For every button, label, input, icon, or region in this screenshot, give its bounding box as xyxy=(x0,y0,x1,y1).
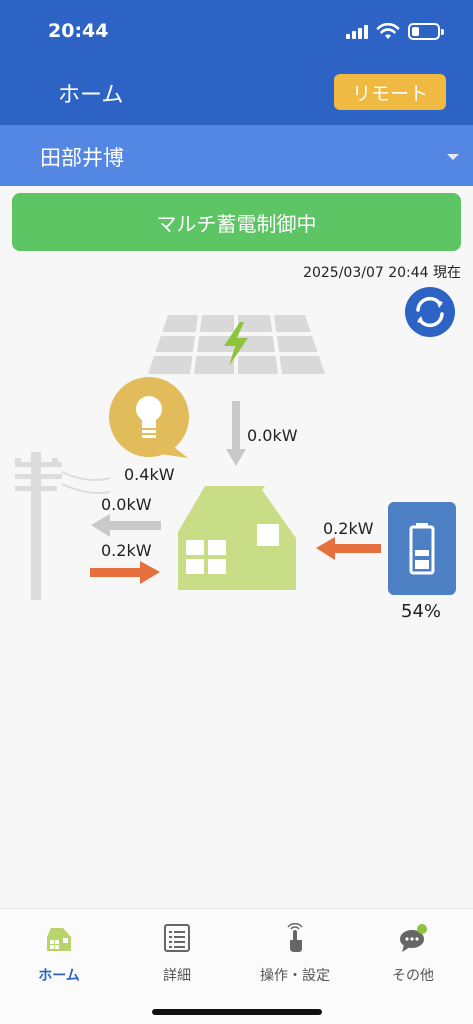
tab-bar: ホーム 詳細 操作・設定 その他 xyxy=(0,908,473,1024)
tab-label: 操作・設定 xyxy=(260,968,330,984)
battery-level-value: 54% xyxy=(401,601,442,622)
control-mode-banner: マルチ蓄電制御中 xyxy=(12,193,461,251)
battery-flow-arrow xyxy=(316,537,381,560)
battery-power-value: 0.2kW xyxy=(323,519,374,538)
home-indicator[interactable] xyxy=(152,1009,322,1015)
tab-other[interactable]: その他 xyxy=(354,919,472,989)
chat-icon xyxy=(400,924,427,952)
storage-battery-icon xyxy=(388,502,456,595)
status-time: 20:44 xyxy=(48,20,109,42)
page-title: ホーム xyxy=(58,83,124,108)
export-flow-arrow xyxy=(91,514,161,537)
solar-flow-arrow xyxy=(226,401,246,466)
touch-icon xyxy=(287,923,303,952)
site-name: 田部井博 xyxy=(40,146,124,170)
battery-status-icon xyxy=(408,23,444,40)
site-selector[interactable]: 田部井博 xyxy=(0,125,473,186)
list-icon xyxy=(164,924,190,952)
tab-label: その他 xyxy=(392,968,434,984)
remote-button[interactable]: リモート xyxy=(334,74,446,110)
import-power-value: 0.2kW xyxy=(101,541,152,560)
tab-home[interactable]: ホーム xyxy=(0,919,118,989)
update-timestamp: 2025/03/07 20:44 現在 xyxy=(303,265,461,281)
consumption-value: 0.4kW xyxy=(124,465,175,484)
export-power-value: 0.0kW xyxy=(101,495,152,514)
solar-power-value: 0.0kW xyxy=(247,426,298,445)
import-flow-arrow xyxy=(90,561,160,584)
cellular-signal-icon xyxy=(346,25,368,39)
house-icon xyxy=(178,486,296,590)
energy-flow-diagram xyxy=(15,314,456,600)
tab-details[interactable]: 詳細 xyxy=(118,919,236,989)
tab-operation-settings[interactable]: 操作・設定 xyxy=(236,919,354,989)
dropdown-caret-icon xyxy=(447,154,459,160)
tab-label: ホーム xyxy=(38,968,80,984)
wifi-icon xyxy=(376,23,400,39)
solar-panel-icon xyxy=(148,314,325,375)
home-icon xyxy=(47,928,71,951)
app-header: 20:44 ホーム リモート xyxy=(0,0,473,125)
lightbulb-icon xyxy=(109,377,189,458)
tab-label: 詳細 xyxy=(163,968,191,984)
